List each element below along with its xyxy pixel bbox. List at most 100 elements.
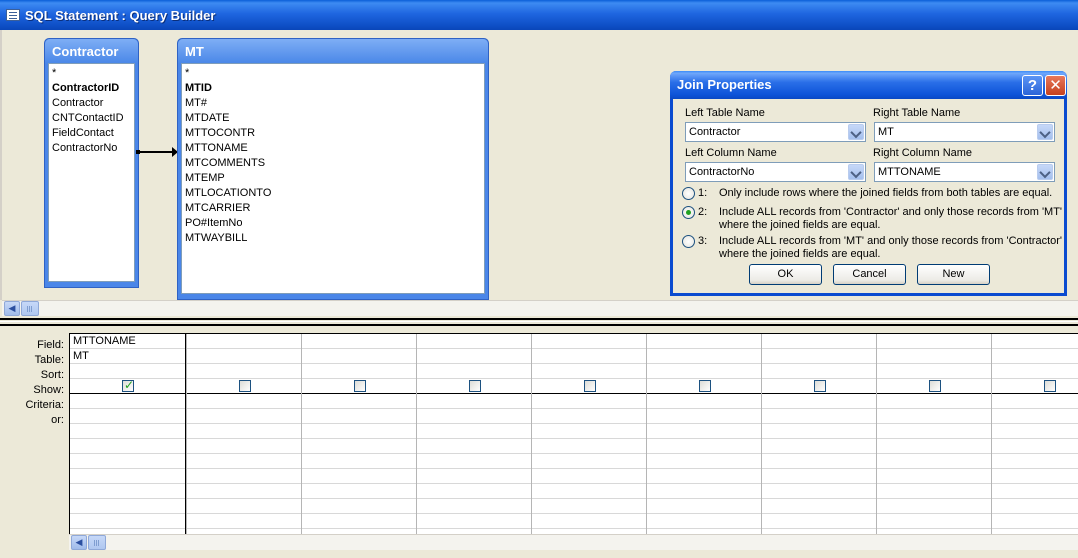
grid-cell-sort[interactable] [302,364,416,379]
grid-cell-or[interactable] [70,439,185,454]
grid-cell-field[interactable] [647,334,761,349]
grid-column[interactable] [186,334,301,534]
grid-cell-or[interactable] [762,409,876,424]
grid-cell-or[interactable] [762,454,876,469]
field-item[interactable]: MTTOCONTR [185,126,481,141]
grid-cell-or[interactable] [417,454,531,469]
grid-cell-or[interactable] [417,439,531,454]
grid-cell-or[interactable] [417,409,531,424]
grid-cell-criteria[interactable] [187,394,301,409]
field-item[interactable]: MTEMP [185,171,481,186]
grid-cell-or[interactable] [762,499,876,514]
grid-cell-or[interactable] [762,484,876,499]
chevron-down-icon[interactable] [848,124,864,140]
grid-cell-or[interactable] [992,514,1078,529]
query-window-icon[interactable] [6,9,20,21]
grid-cell-or[interactable] [877,454,991,469]
grid-cell-criteria[interactable] [417,394,531,409]
field-item[interactable]: MTDATE [185,111,481,126]
field-item[interactable]: MTCARRIER [185,201,481,216]
field-item[interactable]: MTTONAME [185,141,481,156]
grid-cell-or[interactable] [992,439,1078,454]
grid-cell-field[interactable] [877,334,991,349]
grid-cell-or[interactable] [70,424,185,439]
grid-cell-or[interactable] [877,469,991,484]
grid-cell-sort[interactable] [992,364,1078,379]
new-button[interactable]: New [917,264,990,285]
grid-cell-or[interactable] [187,409,301,424]
grid-column[interactable] [876,334,991,534]
grid-cell-or[interactable] [302,484,416,499]
grid-cell-or[interactable] [532,439,646,454]
grid-cell-sort[interactable] [877,364,991,379]
show-checkbox[interactable] [354,380,366,392]
grid-cell-or[interactable] [762,439,876,454]
grid-cell-table[interactable] [417,349,531,364]
field-item[interactable]: ContractorNo [52,141,131,156]
grid-cell-or[interactable] [647,424,761,439]
close-icon[interactable]: ✕ [1045,75,1066,96]
grid-cell-or[interactable] [762,514,876,529]
grid-cell-or[interactable] [417,484,531,499]
grid-cell-show[interactable] [877,379,991,394]
grid-cell-or[interactable] [302,409,416,424]
cancel-button[interactable]: Cancel [833,264,906,285]
grid-cell-or[interactable] [70,409,185,424]
grid-cell-show[interactable] [647,379,761,394]
field-item-primary-key[interactable]: ContractorID [52,81,131,96]
left-table-select[interactable]: Contractor [685,122,866,142]
grid-cell-criteria[interactable] [532,394,646,409]
grid-cell-or[interactable] [647,469,761,484]
show-checkbox[interactable] [929,380,941,392]
chevron-down-icon[interactable] [1037,124,1053,140]
grid-cell-criteria[interactable] [992,394,1078,409]
field-item[interactable]: MTWAYBILL [185,231,481,246]
grid-cell-or[interactable] [417,499,531,514]
grid-cell-show[interactable] [762,379,876,394]
grid-cell-show[interactable] [417,379,531,394]
right-column-select[interactable]: MTTONAME [874,162,1055,182]
grid-column[interactable] [301,334,416,534]
grid-cell-or[interactable] [302,454,416,469]
left-column-select[interactable]: ContractorNo [685,162,866,182]
grid-cell-table[interactable] [992,349,1078,364]
field-item[interactable]: * [52,66,131,81]
grid-cell-show[interactable] [532,379,646,394]
field-item[interactable]: MT# [185,96,481,111]
grid-cell-field[interactable] [187,334,301,349]
grid-cell-or[interactable] [302,499,416,514]
grid-cell-or[interactable] [992,499,1078,514]
show-checkbox[interactable] [1044,380,1056,392]
ok-button[interactable]: OK [749,264,822,285]
grid-cell-or[interactable] [187,484,301,499]
help-icon[interactable]: ? [1022,75,1043,96]
grid-cell-sort[interactable] [70,364,185,379]
grid-column[interactable] [531,334,646,534]
show-checkbox[interactable] [814,380,826,392]
grid-cell-or[interactable] [877,424,991,439]
grid-cell-or[interactable] [417,514,531,529]
grid-column[interactable] [646,334,761,534]
grid-cell-show[interactable] [70,378,185,394]
grid-cell-criteria[interactable] [877,394,991,409]
field-item[interactable]: FieldContact [52,126,131,141]
grid-cell-table[interactable] [877,349,991,364]
grid-cell-or[interactable] [992,469,1078,484]
grid-cell-or[interactable] [70,484,185,499]
table-window-mt[interactable]: MT * MTID MT# MTDATE MTTOCONTR MTTONAME … [177,38,489,300]
grid-cell-or[interactable] [647,454,761,469]
table-window-contractor[interactable]: Contractor * ContractorID Contractor CNT… [44,38,139,288]
field-item[interactable]: Contractor [52,96,131,111]
grid-cell-or[interactable] [302,469,416,484]
grid-cell-or[interactable] [70,454,185,469]
grid-cell-or[interactable] [302,424,416,439]
grid-cell-show[interactable] [992,379,1078,394]
grid-cell-or[interactable] [877,409,991,424]
grid-cell-or[interactable] [877,514,991,529]
field-item[interactable]: MTCOMMENTS [185,156,481,171]
grid-cell-field[interactable] [762,334,876,349]
grid-cell-or[interactable] [762,424,876,439]
grid-cell-field[interactable] [992,334,1078,349]
grid-cell-or[interactable] [532,484,646,499]
grid-cell-or[interactable] [532,424,646,439]
